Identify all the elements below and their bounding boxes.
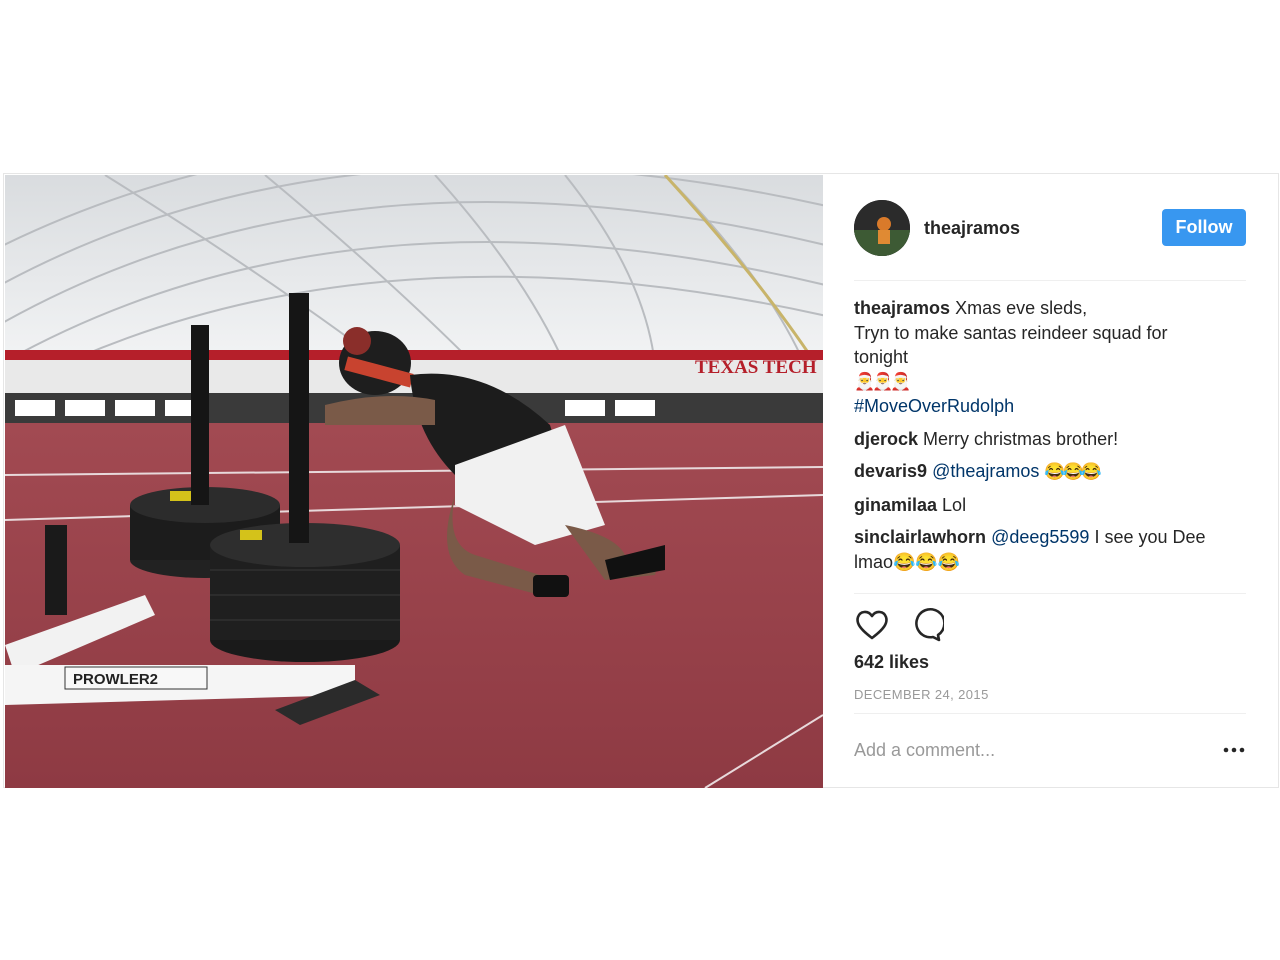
heart-icon[interactable] <box>854 607 890 643</box>
comment-item: devaris9 @theajramos 😂😂😂 <box>854 459 1246 485</box>
comment-item: ginamilaa Lol <box>854 493 1246 518</box>
more-options-icon[interactable] <box>1222 738 1246 762</box>
caption-hashtag[interactable]: #MoveOverRudolph <box>854 394 1246 419</box>
comment-mention[interactable]: @deeg5599 <box>991 527 1089 547</box>
instagram-post: TEXAS TECH PROWLER2 theajramos Follow th… <box>3 173 1279 788</box>
follow-button[interactable]: Follow <box>1162 209 1246 246</box>
comment-text: Merry christmas brother! <box>923 428 1119 449</box>
post-date: DECEMBER 24, 2015 <box>854 687 989 702</box>
sled-label: PROWLER2 <box>73 671 158 688</box>
comment-username[interactable]: sinclairlawhorn <box>854 527 986 547</box>
caption: theajramos Xmas eve sleds, Tryn to make … <box>854 296 1246 419</box>
caption-line-1: Xmas eve sleds, <box>955 298 1088 318</box>
comment-username[interactable]: djerock <box>854 429 918 449</box>
actions-divider <box>854 593 1246 594</box>
avatar[interactable] <box>854 200 910 256</box>
banner-text: TEXAS TECH <box>695 357 817 378</box>
caption-username[interactable]: theajramos <box>854 298 950 318</box>
action-bar <box>854 607 1054 643</box>
comment-text: Lol <box>942 494 967 515</box>
comments-list: theajramos Xmas eve sleds, Tryn to make … <box>854 296 1246 592</box>
comment-username[interactable]: devaris9 <box>854 461 927 481</box>
comment-mention[interactable]: @theajramos <box>932 461 1039 481</box>
comment-divider <box>854 713 1246 714</box>
caption-line-3: tonight <box>854 347 909 367</box>
comment-username[interactable]: ginamilaa <box>854 495 937 515</box>
comment-item: djerock Merry christmas brother! <box>854 427 1246 452</box>
comment-text: 😂😂😂 <box>1044 462 1101 481</box>
likes-count[interactable]: 642 likes <box>854 652 929 673</box>
header-divider <box>854 280 1246 281</box>
caption-line-2: Tryn to make santas reindeer squad for <box>854 322 1168 343</box>
post-header: theajramos Follow <box>854 200 1246 256</box>
caption-emojis: 🎅🎅🎅 <box>854 371 912 391</box>
post-photo[interactable]: TEXAS TECH PROWLER2 <box>5 175 823 788</box>
post-sidebar: theajramos Follow theajramos Xmas eve sl… <box>824 174 1279 787</box>
add-comment-input[interactable]: Add a comment... <box>854 740 1194 761</box>
comment-icon[interactable] <box>908 607 946 643</box>
header-username[interactable]: theajramos <box>924 218 1020 239</box>
comment-item: sinclairlawhorn @deeg5599 I see you Dee … <box>854 525 1246 574</box>
